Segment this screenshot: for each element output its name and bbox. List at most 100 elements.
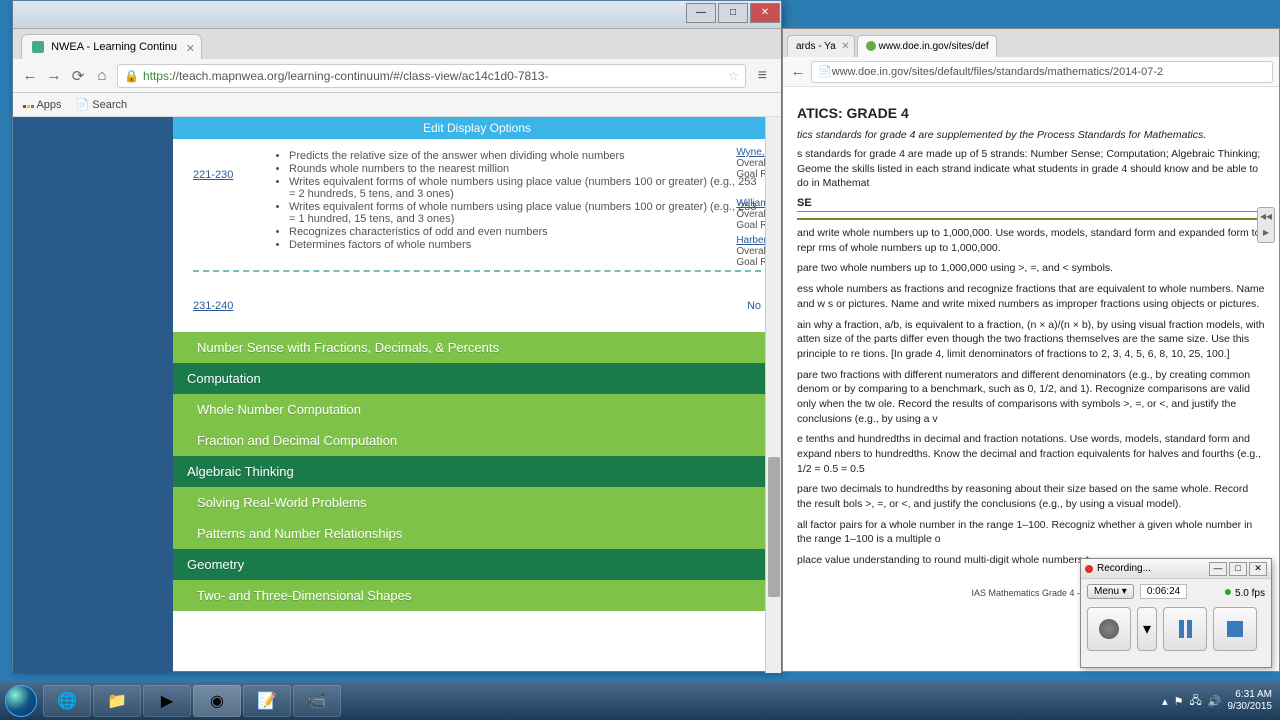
tab-close-icon[interactable]: ✕ bbox=[186, 42, 195, 55]
taskbar-explorer[interactable]: 📁 bbox=[93, 685, 141, 717]
browser-toolbar: ← 📄 www.doe.in.gov/sites/default/files/s… bbox=[783, 57, 1279, 87]
tab-nwea[interactable]: NWEA - Learning Continu ✕ bbox=[21, 34, 202, 59]
category-item[interactable]: Number Sense with Fractions, Decimals, &… bbox=[173, 332, 781, 363]
minimize-button[interactable]: — bbox=[686, 3, 716, 23]
start-button[interactable] bbox=[0, 682, 42, 720]
tab-doe[interactable]: www.doe.in.gov/sites/def bbox=[857, 35, 997, 57]
page-content: Edit Display Options Wyne, Overall Goal … bbox=[13, 117, 781, 673]
doc-row: e tenths and hundredths in decimal and f… bbox=[797, 432, 1265, 476]
category-header[interactable]: Algebraic Thinking bbox=[173, 456, 781, 487]
clock-time: 6:31 AM bbox=[1228, 689, 1273, 701]
scrollbar[interactable] bbox=[765, 117, 781, 673]
skill-item: Rounds whole numbers to the nearest mill… bbox=[289, 163, 761, 175]
taskbar-media[interactable]: ▶ bbox=[143, 685, 191, 717]
reload-icon[interactable]: ⟳ bbox=[69, 67, 87, 85]
bookmarks-bar: Apps 📄 Search bbox=[13, 93, 781, 117]
rit-range-link[interactable]: 231-240 bbox=[193, 300, 233, 312]
divider bbox=[193, 270, 761, 272]
chrome-icon: ◉ bbox=[210, 691, 224, 711]
rit-section: 221-230 Predicts the relative size of th… bbox=[173, 139, 781, 262]
doc-heading: ATICS: GRADE 4 bbox=[797, 105, 1265, 121]
pause-button[interactable] bbox=[1163, 607, 1207, 651]
favicon-icon bbox=[32, 41, 44, 53]
category-item[interactable]: Two- and Three-Dimensional Shapes bbox=[173, 580, 781, 611]
maximize-button[interactable]: □ bbox=[718, 3, 748, 23]
forward-icon[interactable]: → bbox=[45, 67, 63, 85]
window-controls: — □ ✕ bbox=[685, 1, 781, 25]
doc-row: pare two whole numbers up to 1,000,000 u… bbox=[797, 261, 1265, 276]
search-bookmark[interactable]: 📄 Search bbox=[76, 98, 128, 111]
minimize-button[interactable]: — bbox=[1209, 562, 1227, 576]
doc-subheading: SE bbox=[797, 197, 1265, 212]
taskbar-recorder[interactable]: 📹 bbox=[293, 685, 341, 717]
recorder-window[interactable]: Recording... — □ ✕ Menu ▾ 0:06:24 ● 5.0 … bbox=[1080, 558, 1272, 668]
camera-icon: 📹 bbox=[307, 691, 327, 711]
maximize-button[interactable]: □ bbox=[1229, 562, 1247, 576]
nav-sidebar bbox=[13, 117, 173, 673]
recording-dot-icon bbox=[1085, 565, 1093, 573]
address-bar[interactable]: 📄 www.doe.in.gov/sites/default/files/sta… bbox=[811, 61, 1273, 83]
category-item[interactable]: Fraction and Decimal Computation bbox=[173, 425, 781, 456]
record-button[interactable] bbox=[1087, 607, 1131, 651]
volume-icon[interactable]: 🔊 bbox=[1208, 695, 1222, 708]
category-item[interactable]: Patterns and Number Relationships bbox=[173, 518, 781, 549]
student-link[interactable]: Wyne, bbox=[736, 147, 764, 158]
student-link[interactable]: Harber bbox=[736, 235, 767, 246]
side-handle-icon[interactable]: ◂◂▸ bbox=[1257, 207, 1275, 243]
browser-toolbar: ← → ⟳ ⌂ 🔒 https://teach.mapnwea.org/lear… bbox=[13, 59, 781, 93]
main-panel: Edit Display Options Wyne, Overall Goal … bbox=[173, 117, 781, 673]
elapsed-time: 0:06:24 bbox=[1140, 584, 1187, 599]
back-icon[interactable]: ← bbox=[789, 63, 807, 81]
record-dropdown[interactable]: ▾ bbox=[1137, 607, 1157, 651]
pause-icon bbox=[1179, 620, 1192, 638]
doc-intro-italic: tics standards for grade 4 are supplemen… bbox=[797, 129, 1265, 141]
notes-icon: 📝 bbox=[257, 691, 277, 711]
stop-icon bbox=[1227, 621, 1243, 637]
recorder-buttons: ▾ bbox=[1081, 603, 1271, 655]
taskbar-notes[interactable]: 📝 bbox=[243, 685, 291, 717]
doc-row: and write whole numbers up to 1,000,000.… bbox=[797, 226, 1265, 255]
tab-yahoo[interactable]: ards - Ya ✕ bbox=[787, 35, 855, 57]
skill-item: Predicts the relative size of the answer… bbox=[289, 150, 761, 162]
doc-row: ain why a fraction, a/b, is equivalent t… bbox=[797, 318, 1265, 362]
media-icon: ▶ bbox=[161, 691, 173, 711]
tray-up-icon[interactable]: ▴ bbox=[1162, 695, 1168, 708]
menu-icon[interactable]: ≡ bbox=[752, 67, 773, 85]
stop-button[interactable] bbox=[1213, 607, 1257, 651]
tab-strip: NWEA - Learning Continu ✕ bbox=[13, 29, 781, 59]
address-bar[interactable]: 🔒 https://teach.mapnwea.org/learning-con… bbox=[117, 64, 746, 88]
rit-empty-row: 231-240 No bbox=[173, 280, 781, 332]
category-item[interactable]: Solving Real-World Problems bbox=[173, 487, 781, 518]
category-item[interactable]: Whole Number Computation bbox=[173, 394, 781, 425]
home-icon[interactable]: ⌂ bbox=[93, 67, 111, 85]
close-button[interactable]: ✕ bbox=[1249, 562, 1267, 576]
edit-display-link[interactable]: Edit Display Options bbox=[173, 117, 781, 139]
menu-button[interactable]: Menu ▾ bbox=[1087, 584, 1134, 599]
taskbar-ie[interactable]: 🌐 bbox=[43, 685, 91, 717]
doc-rule bbox=[797, 218, 1265, 220]
student-link[interactable]: William bbox=[736, 198, 768, 209]
apps-bookmark[interactable]: Apps bbox=[23, 99, 62, 111]
star-icon[interactable]: ☆ bbox=[728, 69, 739, 83]
category-header[interactable]: Computation bbox=[173, 363, 781, 394]
taskbar-chrome[interactable]: ◉ bbox=[193, 685, 241, 717]
rit-range-link[interactable]: 221-230 bbox=[193, 149, 243, 252]
browser-window-nwea: — □ ✕ NWEA - Learning Continu ✕ ← → ⟳ ⌂ … bbox=[12, 0, 782, 672]
rit-bullets: Predicts the relative size of the answer… bbox=[273, 149, 761, 252]
ie-icon: 🌐 bbox=[57, 691, 77, 711]
tab-close-icon[interactable]: ✕ bbox=[841, 41, 849, 52]
close-button[interactable]: ✕ bbox=[750, 3, 780, 23]
recorder-titlebar[interactable]: Recording... — □ ✕ bbox=[1081, 559, 1271, 579]
titlebar[interactable]: — □ ✕ bbox=[13, 1, 781, 29]
skill-item: Recognizes characteristics of odd and ev… bbox=[289, 226, 761, 238]
folder-icon: 📁 bbox=[107, 691, 127, 711]
flag-icon[interactable]: ⚑ bbox=[1174, 695, 1184, 708]
url-scheme: https bbox=[143, 69, 169, 83]
favicon-icon bbox=[866, 41, 876, 51]
doc-row: pare two fractions with different numera… bbox=[797, 368, 1265, 427]
back-icon[interactable]: ← bbox=[21, 67, 39, 85]
clock[interactable]: 6:31 AM 9/30/2015 bbox=[1228, 689, 1273, 713]
network-icon[interactable]: 🖧 bbox=[1190, 692, 1202, 711]
scrollbar-thumb[interactable] bbox=[768, 457, 780, 597]
category-header[interactable]: Geometry bbox=[173, 549, 781, 580]
